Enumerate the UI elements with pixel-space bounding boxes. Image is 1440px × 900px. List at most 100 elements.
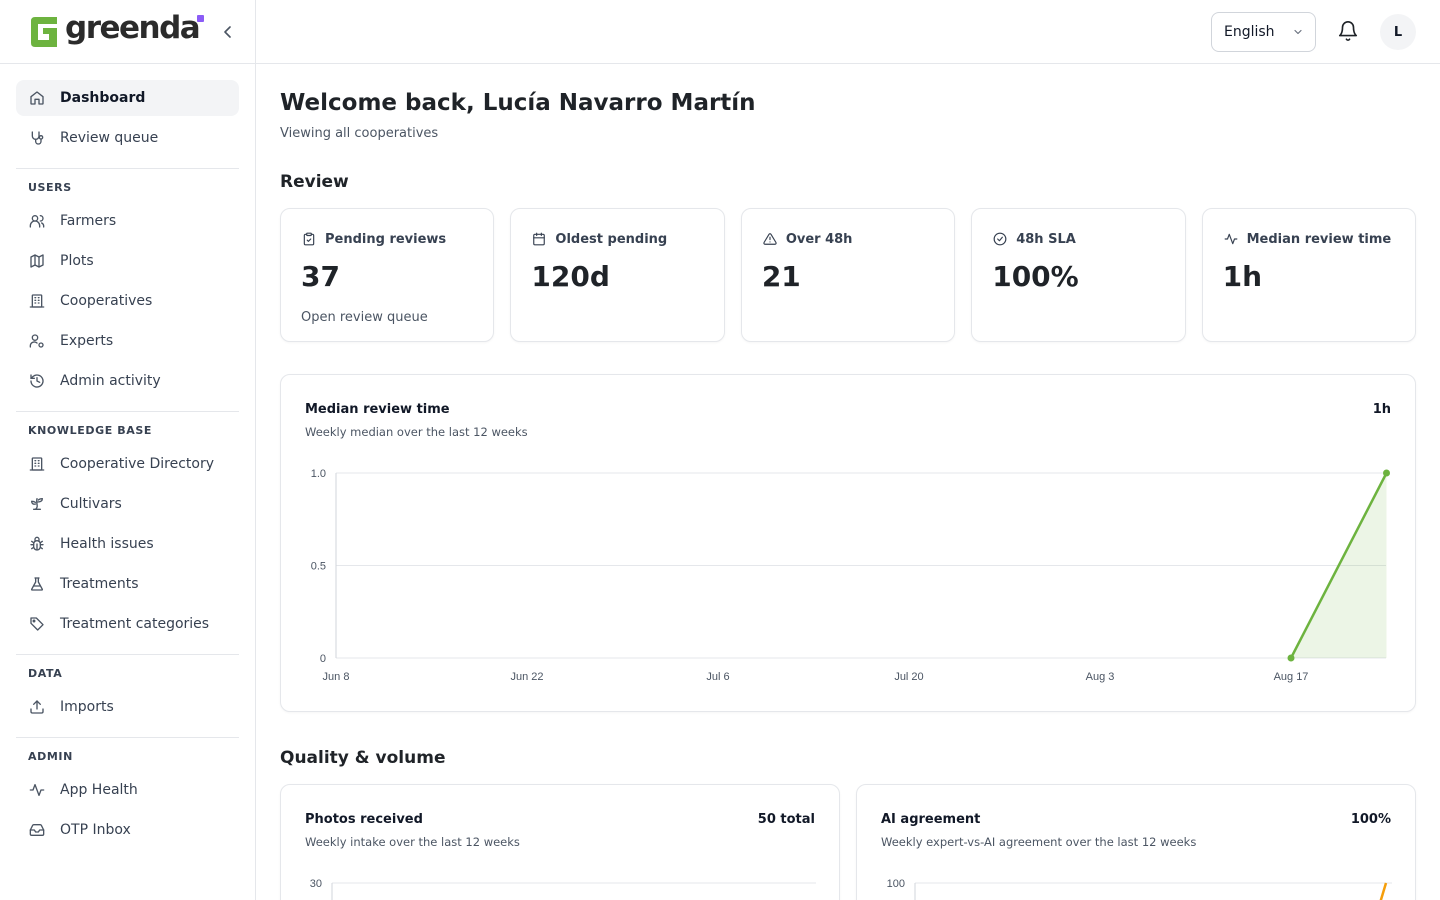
kpi-value: 37 <box>301 260 340 293</box>
sidebar-item-dashboard[interactable]: Dashboard <box>16 80 239 116</box>
y-tick-label: 100 <box>887 878 905 890</box>
nav-group-users-title: USERS <box>28 181 72 194</box>
x-tick-label: Jun 8 <box>323 671 350 683</box>
y-tick-label: 30 <box>310 878 322 890</box>
sidebar-item-cultivars[interactable]: Cultivars <box>16 486 239 522</box>
chevron-down-icon <box>1294 29 1302 35</box>
median-review-time-card: Median review time Weekly median over th… <box>280 374 1416 712</box>
flask-icon <box>28 575 46 593</box>
sidebar-item-experts[interactable]: Experts <box>16 323 239 359</box>
open-review-queue-link[interactable]: Open review queue <box>301 310 473 325</box>
sidebar-item-farmers[interactable]: Farmers <box>16 203 239 239</box>
stethoscope-icon <box>28 129 46 147</box>
kpi-value: 120d <box>531 260 610 293</box>
y-tick-label: 0.5 <box>311 561 326 573</box>
nav-group-knowledge-base-title: KNOWLEDGE BASE <box>28 424 152 437</box>
kpi-value: 1h <box>1222 260 1263 293</box>
inbox-icon <box>28 821 46 839</box>
brand-name: greenda <box>65 10 201 46</box>
kpi-card-oldest-pending: Oldest pending 120d <box>510 208 725 342</box>
nav-group-admin-title: ADMIN <box>28 750 73 763</box>
kpi-card-pending-reviews: Pending reviews 37 Open review queue <box>280 208 495 342</box>
sidebar-item-label: Experts <box>60 333 114 349</box>
sidebar-item-label: Review queue <box>60 130 159 146</box>
sidebar-nav: Dashboard Review queue USERS Farmers Plo… <box>0 64 255 848</box>
brand-header: greenda <box>0 0 255 64</box>
kpi-card-over-48h: Over 48h 21 <box>740 208 956 342</box>
section-title-review: Review <box>280 172 349 192</box>
series-line <box>1379 882 1388 900</box>
ai-agreement-card: AI agreement Weekly expert-vs-AI agreeme… <box>856 784 1416 900</box>
x-tick-label: Jun 22 <box>510 671 543 683</box>
sidebar-item-label: Dashboard <box>60 90 146 106</box>
divider <box>16 411 239 412</box>
sidebar-item-label: Cooperatives <box>60 293 153 309</box>
kpi-label: Pending reviews <box>325 231 447 247</box>
ai-agreement-chart: 100 <box>887 878 1392 900</box>
collapse-sidebar-button[interactable] <box>220 24 236 40</box>
sidebar-item-label: OTP Inbox <box>60 822 131 838</box>
kpi-row: Pending reviews 37 Open review queue Old… <box>280 208 1417 342</box>
sidebar-item-label: Admin activity <box>60 373 161 389</box>
bug-icon <box>28 535 46 553</box>
kpi-label: Oldest pending <box>555 231 668 247</box>
language-select[interactable]: English <box>1211 12 1316 52</box>
tag-icon <box>28 615 46 633</box>
sidebar-item-app-health[interactable]: App Health <box>16 772 239 808</box>
divider <box>16 737 239 738</box>
kpi-label: Median review time <box>1246 231 1392 247</box>
brand-dot <box>197 15 204 22</box>
sidebar-item-imports[interactable]: Imports <box>16 689 239 725</box>
divider <box>16 654 239 655</box>
sidebar-item-plots[interactable]: Plots <box>16 243 239 279</box>
topbar: English L <box>256 0 1440 64</box>
sidebar-item-admin-activity[interactable]: Admin activity <box>16 363 239 399</box>
sidebar-item-label: Plots <box>60 253 94 269</box>
building-icon <box>28 292 46 310</box>
page-title: Welcome back, Lucía Navarro Martín <box>280 90 756 116</box>
x-tick-label: Jul 6 <box>706 671 729 683</box>
sidebar-item-label: Farmers <box>60 213 117 229</box>
kpi-label: 48h SLA <box>1016 231 1076 247</box>
sidebar-item-cooperatives[interactable]: Cooperatives <box>16 283 239 319</box>
history-icon <box>28 372 46 390</box>
y-tick-label: 0 <box>320 653 326 665</box>
median-review-time-chart: 0 0.5 1.0 Jun 8 Jun 22 Jul 6 Jul 20 Aug 3 Aug 17 <box>311 468 1390 683</box>
sidebar-item-review-queue[interactable]: Review queue <box>16 120 239 156</box>
sidebar: greenda Dashboard Review queue USERS Far… <box>0 0 256 900</box>
nav-group-data-title: DATA <box>28 667 63 680</box>
avatar[interactable]: L <box>1380 14 1416 50</box>
sidebar-item-label: Health issues <box>60 536 154 552</box>
greenda-logo-icon <box>31 16 57 47</box>
bell-icon[interactable] <box>1337 20 1359 42</box>
photos-received-chart: 30 <box>310 878 816 900</box>
activity-icon <box>28 781 46 799</box>
clipboard-icon <box>301 231 317 247</box>
upload-icon <box>28 698 46 716</box>
activity-icon <box>1223 231 1239 247</box>
x-tick-label: Aug 3 <box>1086 671 1115 683</box>
kpi-card-median-review-time: Median review time 1h <box>1201 208 1417 342</box>
check-circle-icon <box>992 231 1008 247</box>
building-icon <box>28 455 46 473</box>
data-point <box>1383 469 1390 477</box>
data-point <box>1287 654 1295 662</box>
sprout-icon <box>28 495 46 513</box>
sidebar-item-cooperative-directory[interactable]: Cooperative Directory <box>16 446 239 482</box>
x-tick-label: Aug 17 <box>1274 671 1309 683</box>
sidebar-item-otp-inbox[interactable]: OTP Inbox <box>16 812 239 848</box>
sidebar-item-label: App Health <box>60 782 138 798</box>
sidebar-item-treatment-categories[interactable]: Treatment categories <box>16 606 239 642</box>
language-value: English <box>1224 24 1275 40</box>
calendar-icon <box>531 231 547 247</box>
users-icon <box>28 212 46 230</box>
page-subtitle: Viewing all cooperatives <box>280 126 439 141</box>
section-title-quality-volume: Quality & volume <box>280 748 446 768</box>
y-tick-label: 1.0 <box>311 468 326 480</box>
sidebar-item-health-issues[interactable]: Health issues <box>16 526 239 562</box>
sidebar-item-treatments[interactable]: Treatments <box>16 566 239 602</box>
sidebar-item-label: Cultivars <box>60 496 122 512</box>
x-tick-label: Jul 20 <box>894 671 923 683</box>
divider <box>16 168 239 169</box>
photos-received-card: Photos received Weekly intake over the l… <box>280 784 840 900</box>
